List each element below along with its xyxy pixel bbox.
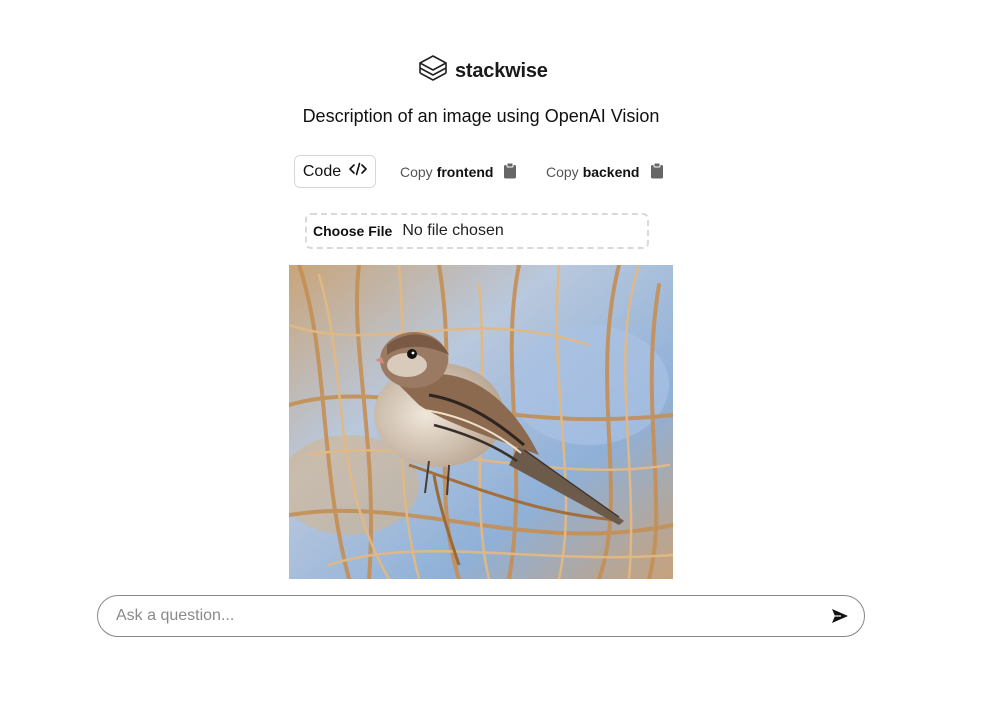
copy-backend-button[interactable]: Copy backend <box>546 162 664 182</box>
copy-backend-prefix: Copy <box>546 164 579 180</box>
question-box <box>97 595 865 637</box>
copy-frontend-button[interactable]: Copy frontend <box>400 162 517 182</box>
preview-image <box>289 265 673 579</box>
copy-frontend-prefix: Copy <box>400 164 433 180</box>
code-button-label: Code <box>302 162 342 180</box>
code-button[interactable]: Code <box>294 155 376 188</box>
copy-frontend-target: frontend <box>436 164 494 180</box>
choose-file-button[interactable]: Choose File <box>313 223 392 239</box>
brand-name: stackwise <box>455 59 548 82</box>
file-input[interactable]: Choose File No file chosen <box>305 213 649 249</box>
clipboard-icon <box>503 162 517 182</box>
question-input[interactable] <box>114 606 830 626</box>
file-status: No file chosen <box>402 222 504 239</box>
stack-layers-icon <box>417 53 449 90</box>
copy-backend-target: backend <box>582 164 640 180</box>
send-icon[interactable] <box>830 606 850 626</box>
page-title: Description of an image using OpenAI Vis… <box>302 106 660 126</box>
brand-logo: stackwise <box>417 53 548 90</box>
code-icon <box>349 162 367 181</box>
clipboard-icon <box>650 162 664 182</box>
